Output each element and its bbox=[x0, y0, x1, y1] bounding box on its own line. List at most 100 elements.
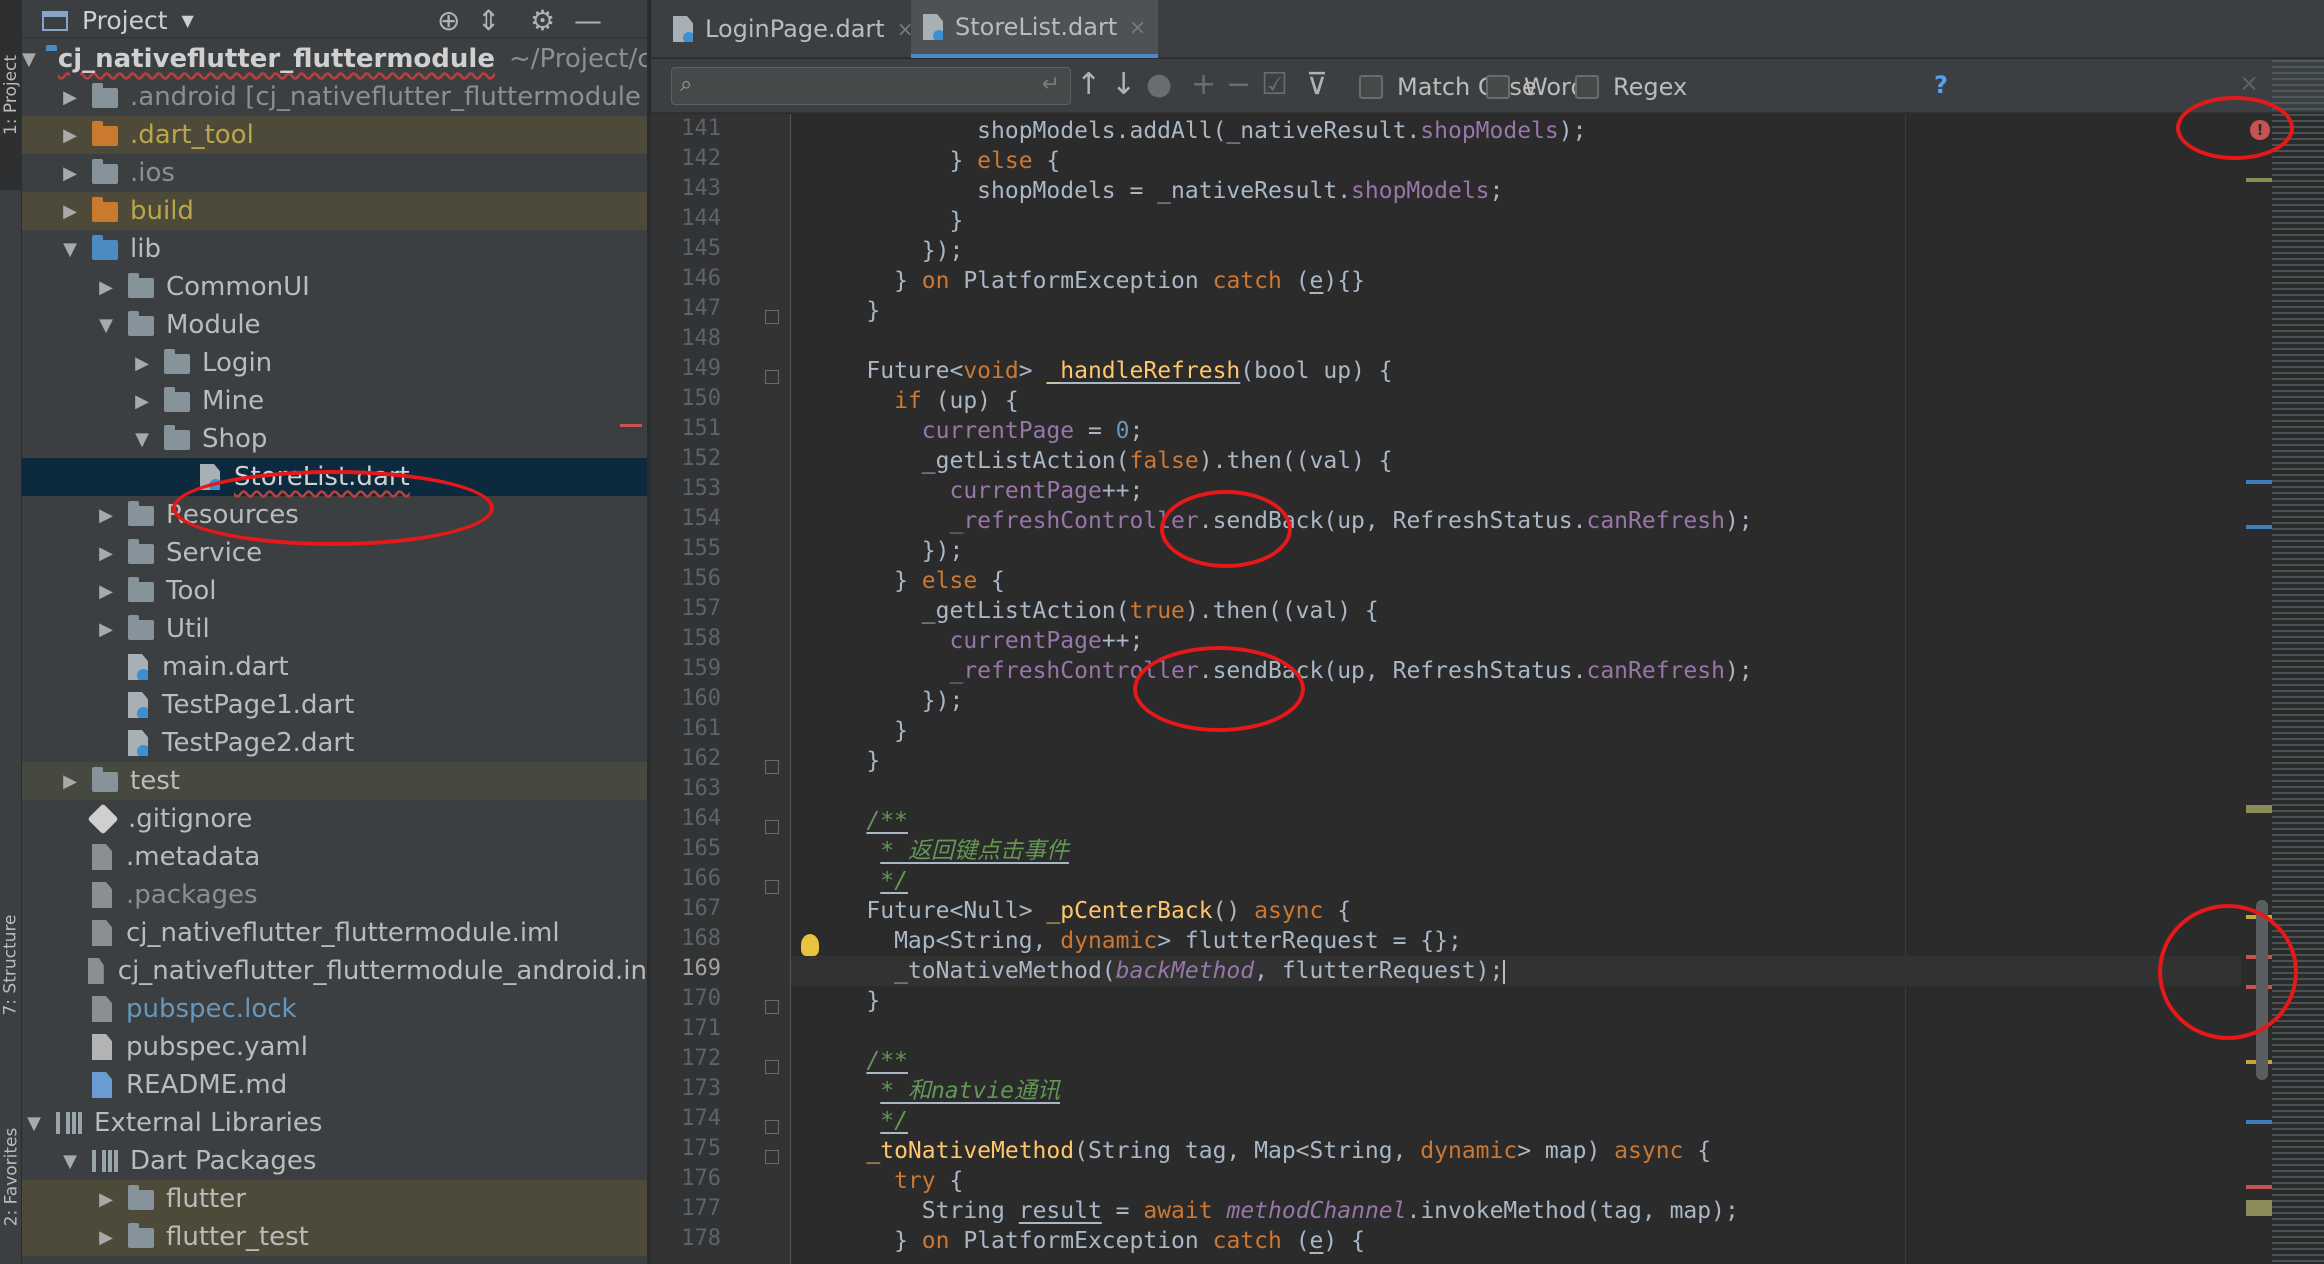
stripe-mark[interactable] bbox=[2246, 805, 2272, 813]
fold-marker-icon[interactable] bbox=[765, 880, 779, 894]
tree-item-shop[interactable]: ▼ Shop bbox=[22, 420, 647, 458]
chevron-right-icon[interactable]: ▶ bbox=[58, 771, 82, 792]
project-tool-tab[interactable]: 1: Project bbox=[0, 0, 22, 190]
fold-marker-icon[interactable] bbox=[765, 820, 779, 834]
fold-marker-icon[interactable] bbox=[765, 310, 779, 324]
folder-icon bbox=[92, 235, 118, 260]
line-number: 146 bbox=[681, 266, 721, 291]
regex-checkbox[interactable]: Regex bbox=[1575, 73, 1687, 101]
chevron-right-icon[interactable]: ▶ bbox=[58, 125, 82, 146]
collapse-all-icon[interactable]: ⇕ bbox=[477, 4, 500, 37]
remove-occurrence-icon[interactable]: − bbox=[1226, 67, 1251, 102]
tree-item-metadata[interactable]: .metadata bbox=[22, 838, 647, 876]
next-occurrence-icon[interactable]: ↓ bbox=[1111, 67, 1136, 102]
filter-icon[interactable]: ⊽ bbox=[1306, 67, 1328, 102]
stripe-mark[interactable] bbox=[2246, 525, 2272, 529]
checkbox-box bbox=[1575, 75, 1599, 99]
tree-item-flutter[interactable]: ▶ flutter bbox=[22, 1180, 647, 1218]
stripe-mark[interactable] bbox=[2246, 480, 2272, 484]
line-number: 173 bbox=[681, 1076, 721, 1101]
tree-item-readme[interactable]: README.md bbox=[22, 1066, 647, 1104]
chevron-right-icon[interactable]: ▶ bbox=[94, 581, 118, 602]
fold-marker-icon[interactable] bbox=[765, 760, 779, 774]
close-icon[interactable]: × bbox=[2239, 69, 2259, 97]
tab-loginpage[interactable]: LoginPage.dart × bbox=[661, 0, 925, 58]
chevron-right-icon[interactable]: ▶ bbox=[130, 353, 154, 374]
tree-item-mine[interactable]: ▶ Mine bbox=[22, 382, 647, 420]
tree-item-dart-packages[interactable]: ▼ Dart Packages bbox=[22, 1142, 647, 1180]
code-editor[interactable]: shopModels.addAll(_nativeResult.shopMode… bbox=[791, 114, 2241, 1264]
tree-item-util[interactable]: ▶ Util bbox=[22, 610, 647, 648]
line-number: 176 bbox=[681, 1166, 721, 1191]
tree-item-login[interactable]: ▶ Login bbox=[22, 344, 647, 382]
favorites-tool-tab[interactable]: 2: Favorites bbox=[0, 1090, 22, 1264]
chevron-right-icon[interactable]: ▶ bbox=[58, 87, 82, 108]
chevron-right-icon[interactable]: ▶ bbox=[94, 1227, 118, 1248]
fold-marker-icon[interactable] bbox=[765, 1150, 779, 1164]
tree-item-ios[interactable]: ▶ .ios bbox=[22, 154, 647, 192]
close-icon[interactable]: × bbox=[1129, 15, 1146, 39]
chevron-down-icon[interactable]: ▼ bbox=[22, 1113, 46, 1134]
tab-storelist[interactable]: StoreList.dart × bbox=[911, 0, 1158, 58]
tree-item-main-dart[interactable]: main.dart bbox=[22, 648, 647, 686]
tree-item-pubspec-yaml[interactable]: pubspec.yaml bbox=[22, 1028, 647, 1066]
select-all-occurrences-icon[interactable]: ☑ bbox=[1261, 67, 1288, 102]
chevron-right-icon[interactable]: ▶ bbox=[130, 391, 154, 412]
tree-item-android-iml[interactable]: cj_nativeflutter_fluttermodule_android.i… bbox=[22, 952, 647, 990]
chevron-right-icon[interactable]: ▶ bbox=[94, 505, 118, 526]
chevron-down-icon[interactable]: ▼ bbox=[58, 239, 82, 260]
chevron-right-icon[interactable]: ▶ bbox=[58, 201, 82, 222]
stripe-mark[interactable] bbox=[2246, 1120, 2272, 1124]
search-input[interactable]: ⌕ ↵ bbox=[671, 67, 1071, 105]
gear-icon[interactable]: ⚙ bbox=[530, 4, 555, 37]
chevron-down-icon[interactable]: ▼ bbox=[130, 429, 154, 450]
code-line: * 返回键点击事件 bbox=[880, 838, 1069, 864]
project-view-selector[interactable]: Project ▼ bbox=[42, 6, 194, 35]
chevron-right-icon[interactable]: ▶ bbox=[94, 619, 118, 640]
regex-help-icon[interactable]: ? bbox=[1934, 71, 1948, 99]
tree-item-module[interactable]: ▼ Module bbox=[22, 306, 647, 344]
chevron-right-icon[interactable]: ▶ bbox=[94, 277, 118, 298]
tree-item-dart-tool[interactable]: ▶ .dart_tool bbox=[22, 116, 647, 154]
line-number: 162 bbox=[681, 746, 721, 771]
chevron-down-icon[interactable]: ▼ bbox=[94, 315, 118, 336]
add-occurrence-icon[interactable]: + bbox=[1191, 67, 1216, 102]
stripe-mark[interactable] bbox=[2246, 1200, 2272, 1216]
intention-bulb-icon[interactable] bbox=[801, 934, 819, 956]
fold-marker-icon[interactable] bbox=[765, 1000, 779, 1014]
tree-item-external-libraries[interactable]: ▼ External Libraries bbox=[22, 1104, 647, 1142]
tree-item-tool[interactable]: ▶ Tool bbox=[22, 572, 647, 610]
tree-item-root[interactable]: ▼ cj_nativeflutter_fluttermodule ~/Proje… bbox=[22, 40, 647, 78]
tree-item-lib[interactable]: ▼ lib bbox=[22, 230, 647, 268]
minimize-icon[interactable]: — bbox=[574, 4, 602, 37]
tree-item-pubspec-lock[interactable]: pubspec.lock bbox=[22, 990, 647, 1028]
fold-marker-icon[interactable] bbox=[765, 1060, 779, 1074]
tree-item-gitignore[interactable]: .gitignore bbox=[22, 800, 647, 838]
tree-item-build[interactable]: ▶ build bbox=[22, 192, 647, 230]
find-all-icon[interactable]: ● bbox=[1146, 67, 1172, 102]
tree-item-testpage2[interactable]: TestPage2.dart bbox=[22, 724, 647, 762]
dart-file-icon bbox=[673, 16, 693, 42]
tree-item-packages[interactable]: .packages bbox=[22, 876, 647, 914]
fold-marker-icon[interactable] bbox=[765, 370, 779, 384]
tree-item-flutter-test[interactable]: ▶ flutter_test bbox=[22, 1218, 647, 1256]
code-minimap[interactable] bbox=[2272, 60, 2324, 1264]
chevron-right-icon[interactable]: ▶ bbox=[58, 163, 82, 184]
tree-item-test[interactable]: ▶ test bbox=[22, 762, 647, 800]
tree-item-android[interactable]: ▶ .android [cj_nativeflutter_fluttermodu… bbox=[22, 78, 647, 116]
tree-item-testpage1[interactable]: TestPage1.dart bbox=[22, 686, 647, 724]
chevron-right-icon[interactable]: ▶ bbox=[94, 543, 118, 564]
chevron-down-icon[interactable]: ▼ bbox=[22, 49, 36, 70]
previous-occurrence-icon[interactable]: ↑ bbox=[1076, 67, 1101, 102]
chevron-right-icon[interactable]: ▶ bbox=[94, 1189, 118, 1210]
chevron-down-icon[interactable]: ▼ bbox=[58, 1151, 82, 1172]
stripe-mark[interactable] bbox=[2246, 1185, 2272, 1189]
tree-item-commonui[interactable]: ▶ CommonUI bbox=[22, 268, 647, 306]
crosshair-icon[interactable]: ⊕ bbox=[437, 4, 460, 37]
find-bar: ⌕ ↵ ↑ ↓ ● + − ☑ ⊽ Match Case Words Regex… bbox=[651, 59, 2324, 113]
tree-item-iml[interactable]: cj_nativeflutter_fluttermodule.iml bbox=[22, 914, 647, 952]
stripe-mark[interactable] bbox=[2246, 178, 2272, 182]
structure-tool-tab[interactable]: 7: Structure bbox=[0, 880, 22, 1050]
fold-marker-icon[interactable] bbox=[765, 1120, 779, 1134]
